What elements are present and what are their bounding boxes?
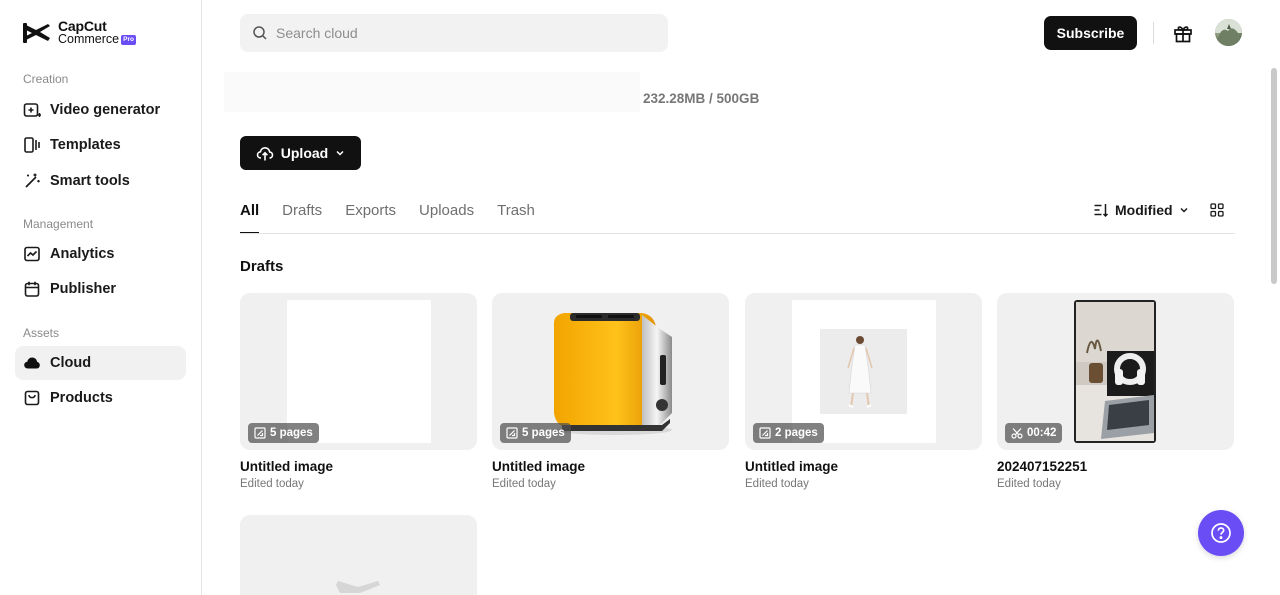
- help-button[interactable]: [1198, 510, 1244, 556]
- sidebar-item-label: Video generator: [50, 102, 161, 118]
- badge-label: 5 pages: [270, 427, 313, 439]
- draft-name: Untitled image: [240, 459, 334, 474]
- page-count-badge: 2 pages: [753, 423, 824, 443]
- gift-icon[interactable]: [1172, 22, 1194, 44]
- draft-card[interactable]: 5 pages Untitled image Edited today: [240, 293, 477, 490]
- section-label-management: Management: [23, 217, 94, 231]
- grid-view-icon[interactable]: [1210, 203, 1224, 217]
- search-icon: [253, 26, 267, 40]
- sidebar-item-cloud[interactable]: Cloud: [15, 346, 186, 380]
- cloud-upload-icon: [256, 146, 274, 161]
- magic-wand-icon: [23, 172, 41, 190]
- storage-usage-bar: [224, 72, 640, 112]
- capcut-commerce-logo[interactable]: CapCut Commerce Pro: [22, 19, 136, 46]
- draft-name: Untitled image: [492, 459, 586, 474]
- search-input[interactable]: [276, 25, 656, 41]
- drafts-section-title: Drafts: [240, 258, 284, 275]
- tab-all[interactable]: All: [240, 202, 260, 234]
- draft-edited: Edited today: [492, 478, 556, 490]
- sidebar: CapCut Commerce Pro Creation Video gener…: [0, 0, 202, 595]
- filter-tabs: All Drafts Exports Uploads Trash: [240, 202, 535, 234]
- subscribe-button[interactable]: Subscribe: [1044, 16, 1137, 50]
- upload-label: Upload: [280, 145, 329, 161]
- page-count-badge: 5 pages: [248, 423, 319, 443]
- cloud-icon: [23, 354, 41, 372]
- blank-page-preview: [287, 300, 431, 443]
- video-plus-icon: [23, 101, 41, 119]
- capcut-logo-icon: [23, 23, 50, 43]
- draft-edited: Edited today: [240, 478, 304, 490]
- draft-thumbnail: 5 pages: [492, 293, 729, 450]
- badge-label: 00:42: [1027, 427, 1057, 439]
- draft-card[interactable]: 2 pages Untitled image Edited today: [745, 293, 982, 490]
- draft-edited: Edited today: [997, 478, 1061, 490]
- pro-badge: Pro: [121, 34, 136, 45]
- chevron-down-icon: [1180, 207, 1188, 213]
- sidebar-item-smart-tools[interactable]: Smart tools: [15, 164, 186, 198]
- question-icon: [1211, 523, 1231, 543]
- sidebar-item-label: Analytics: [50, 246, 115, 262]
- sidebar-item-label: Smart tools: [50, 173, 130, 189]
- section-label-creation: Creation: [23, 72, 69, 86]
- header-divider: [1153, 22, 1154, 44]
- badge-label: 5 pages: [522, 427, 565, 439]
- draft-card[interactable]: 00:42 202407152251 Edited today: [997, 293, 1234, 490]
- sidebar-item-video-generator[interactable]: Video generator: [15, 93, 186, 127]
- sidebar-item-label: Products: [50, 390, 113, 406]
- sidebar-item-analytics[interactable]: Analytics: [15, 237, 186, 271]
- pages-icon: [254, 427, 266, 439]
- draft-thumbnail: 00:42: [997, 293, 1234, 450]
- calendar-icon: [23, 280, 41, 298]
- chevron-down-icon: [336, 150, 344, 156]
- badge-label: 2 pages: [775, 427, 818, 439]
- pages-icon: [506, 427, 518, 439]
- page-scrollbar[interactable]: [1271, 68, 1277, 284]
- user-avatar[interactable]: [1215, 19, 1242, 46]
- bag-icon: [23, 389, 41, 407]
- section-label-assets: Assets: [23, 326, 60, 340]
- draft-edited: Edited today: [745, 478, 809, 490]
- templates-icon: [23, 136, 41, 154]
- tab-drafts[interactable]: Drafts: [282, 202, 322, 234]
- placeholder-logo-icon: [336, 581, 380, 593]
- upload-button[interactable]: Upload: [240, 136, 361, 170]
- tabs-divider: [240, 233, 1235, 234]
- storage-usage-text: 232.28MB / 500GB: [643, 91, 760, 106]
- draft-name: Untitled image: [745, 459, 839, 474]
- tab-exports[interactable]: Exports: [345, 202, 396, 234]
- sidebar-item-label: Cloud: [50, 355, 92, 371]
- duration-badge: 00:42: [1005, 423, 1063, 443]
- page-count-badge: 5 pages: [500, 423, 571, 443]
- draft-name: 202407152251: [997, 459, 1088, 474]
- draft-thumbnail: 5 pages: [240, 293, 477, 450]
- scissors-icon: [1011, 428, 1023, 439]
- sidebar-item-templates[interactable]: Templates: [15, 128, 186, 162]
- sort-label: Modified: [1115, 202, 1173, 218]
- sidebar-item-products[interactable]: Products: [15, 381, 186, 415]
- sort-dropdown[interactable]: Modified: [1093, 202, 1189, 218]
- sidebar-item-label: Publisher: [50, 281, 117, 297]
- brand-sub: Commerce Pro: [58, 33, 136, 46]
- draft-card-partial[interactable]: [240, 515, 477, 595]
- tab-trash[interactable]: Trash: [497, 202, 535, 234]
- sort-icon: [1094, 204, 1109, 218]
- pages-icon: [759, 427, 771, 439]
- sidebar-item-publisher[interactable]: Publisher: [15, 272, 186, 306]
- draft-thumbnail: 2 pages: [745, 293, 982, 450]
- sub-brand-name: Commerce: [58, 32, 120, 46]
- search-bar[interactable]: [240, 14, 668, 52]
- analytics-icon: [23, 245, 41, 263]
- tab-uploads[interactable]: Uploads: [419, 202, 474, 234]
- sidebar-item-label: Templates: [50, 137, 121, 153]
- draft-card[interactable]: 5 pages Untitled image Edited today: [492, 293, 729, 490]
